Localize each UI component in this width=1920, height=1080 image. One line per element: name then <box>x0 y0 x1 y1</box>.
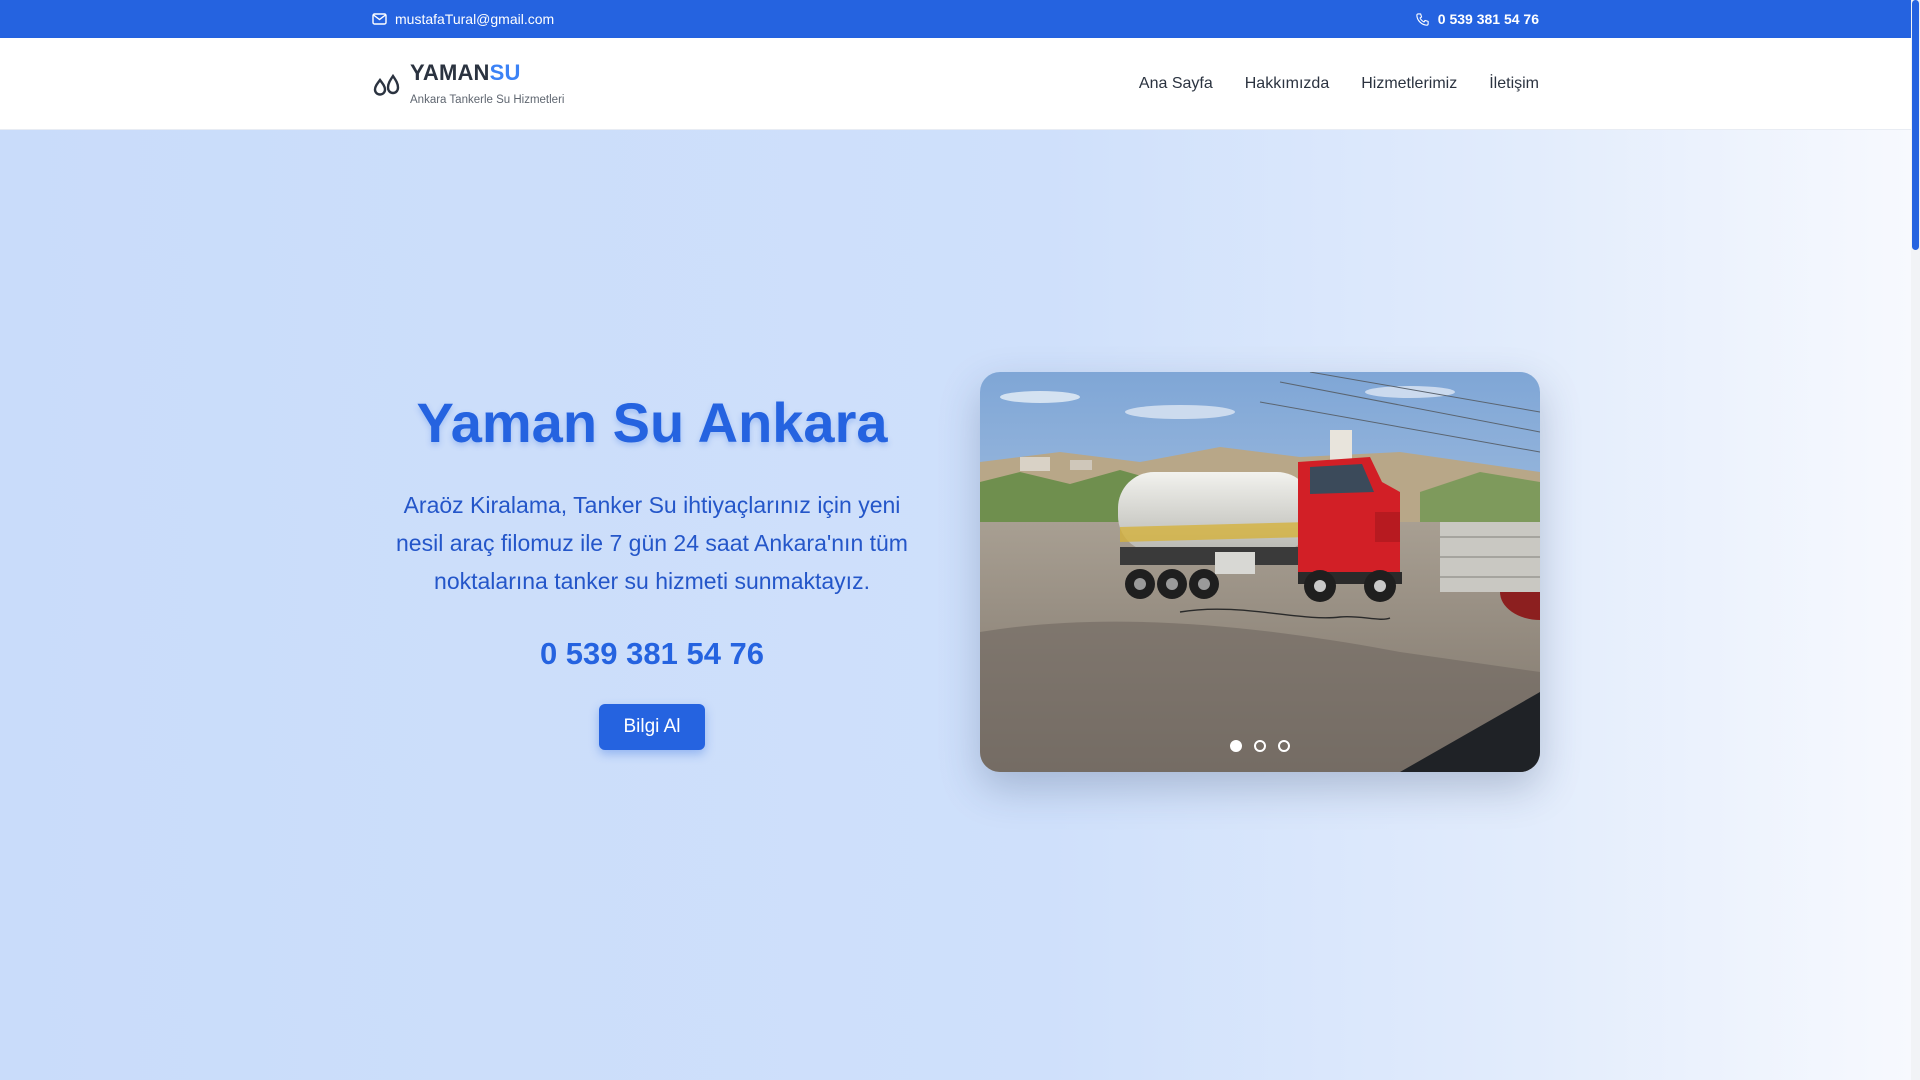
hero-title: Yaman Su Ankara <box>416 391 888 454</box>
top-contact-bar: mustafaTural@gmail.com 0 539 381 54 76 <box>0 0 1911 38</box>
image-slider[interactable] <box>980 372 1540 772</box>
phone-icon <box>1415 12 1430 27</box>
site-header: YAMANSU Ankara Tankerle Su Hizmetleri An… <box>0 38 1911 130</box>
info-button[interactable]: Bilgi Al <box>599 703 705 750</box>
nav-item-about[interactable]: Hakkımızda <box>1245 75 1329 93</box>
hero-section: Yaman Su Ankara Araöz Kiralama, Tanker S… <box>0 130 1911 1080</box>
brand-name: YAMANSU <box>410 62 564 84</box>
brand-logo[interactable]: YAMANSU Ankara Tankerle Su Hizmetleri <box>372 62 564 106</box>
slider-dot-3[interactable] <box>1278 740 1290 752</box>
water-drops-icon <box>372 71 402 97</box>
hero-description: Araöz Kiralama, Tanker Su ihtiyaçlarınız… <box>396 491 908 594</box>
nav-item-services[interactable]: Hizmetlerimiz <box>1361 75 1457 93</box>
slider-dot-1[interactable] <box>1230 740 1242 752</box>
brand-name-part1: YAMAN <box>410 60 490 85</box>
main-nav: Ana Sayfa Hakkımızda Hizmetlerimiz İleti… <box>1139 75 1539 93</box>
brand-name-part2: SU <box>489 60 521 85</box>
brand-tagline: Ankara Tankerle Su Hizmetleri <box>410 94 565 106</box>
slider-dot-2[interactable] <box>1254 740 1266 752</box>
topbar-phone-text[interactable]: 0 539 381 54 76 <box>1438 11 1539 27</box>
scrollbar-thumb[interactable] <box>1912 0 1919 250</box>
nav-item-contact[interactable]: İletişim <box>1489 75 1539 93</box>
nav-item-home[interactable]: Ana Sayfa <box>1139 75 1213 93</box>
topbar-email-text[interactable]: mustafaTural@gmail.com <box>395 11 554 27</box>
tanker-truck-image <box>980 372 1540 772</box>
mail-icon <box>372 13 387 25</box>
page-scrollbar[interactable] <box>1911 0 1920 1080</box>
topbar-phone[interactable]: 0 539 381 54 76 <box>1415 11 1539 27</box>
hero-content: Yaman Su Ankara Araöz Kiralama, Tanker S… <box>372 392 932 750</box>
slider-dots <box>980 740 1540 752</box>
topbar-email[interactable]: mustafaTural@gmail.com <box>372 11 554 27</box>
hero-phone[interactable]: 0 539 381 54 76 <box>372 636 932 672</box>
